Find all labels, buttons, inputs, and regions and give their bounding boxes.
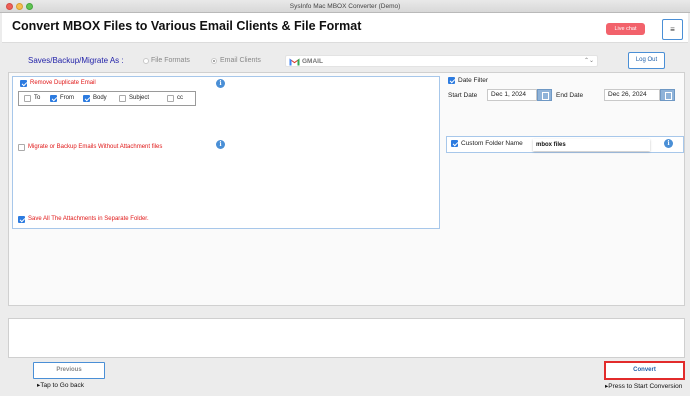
field-to-checkbox[interactable] xyxy=(24,95,31,102)
save-as-label: Saves/Backup/Migrate As : xyxy=(28,56,124,65)
convert-button[interactable]: Convert xyxy=(604,361,685,380)
minimize-window-button[interactable] xyxy=(16,3,23,10)
start-date-label: Start Date xyxy=(448,92,478,99)
hamburger-menu-icon: ≡ xyxy=(670,25,675,34)
gmail-icon xyxy=(289,58,300,66)
separate-attachments-checkbox[interactable] xyxy=(18,216,25,223)
live-chat-button[interactable]: Live chat xyxy=(606,23,645,35)
remove-duplicate-label: Remove Duplicate Email xyxy=(30,80,96,86)
end-date-calendar-icon[interactable] xyxy=(660,89,675,101)
date-filter-checkbox[interactable] xyxy=(448,77,455,84)
window-title: SysInfo Mac MBOX Converter (Demo) xyxy=(289,3,401,10)
start-date-input[interactable]: Dec 1, 2024 xyxy=(487,89,537,101)
previous-button[interactable]: Previous xyxy=(33,362,105,379)
info-icon[interactable]: i xyxy=(216,79,225,88)
file-formats-radio[interactable] xyxy=(143,58,149,64)
date-filter-label: Date Filter xyxy=(458,77,488,84)
info-icon[interactable]: i xyxy=(664,139,673,148)
zoom-window-button[interactable] xyxy=(26,3,33,10)
custom-folder-checkbox[interactable] xyxy=(451,140,458,147)
separate-attachments-label: Save All The Attachments in Separate Fol… xyxy=(28,216,149,222)
end-date-label: End Date xyxy=(556,92,584,99)
app-header: Convert MBOX Files to Various Email Clie… xyxy=(2,13,688,43)
custom-folder-input[interactable] xyxy=(533,139,650,151)
remove-duplicate-checkbox[interactable] xyxy=(20,80,27,87)
select-arrows-icon: ⌃⌄ xyxy=(583,58,594,64)
field-from-checkbox[interactable] xyxy=(50,95,57,102)
convert-hint: ▸Press to Start Conversion xyxy=(605,383,683,390)
menu-button[interactable]: ≡ xyxy=(662,19,683,40)
field-subject-checkbox[interactable] xyxy=(119,95,126,102)
app-title: Convert MBOX Files to Various Email Clie… xyxy=(12,19,362,33)
info-icon[interactable]: i xyxy=(216,140,225,149)
field-subject-label: Subject xyxy=(129,95,150,101)
file-formats-label: File Formats xyxy=(151,57,190,64)
previous-hint: ▸Tap to Go back xyxy=(37,382,84,389)
field-body-checkbox[interactable] xyxy=(83,95,90,102)
without-attachments-checkbox[interactable] xyxy=(18,144,25,151)
field-to-label: To xyxy=(34,95,41,101)
custom-folder-label: Custom Folder Name xyxy=(461,140,523,147)
without-attachments-label: Migrate or Backup Emails Without Attachm… xyxy=(28,144,163,150)
status-log-area xyxy=(8,318,685,358)
start-date-calendar-icon[interactable] xyxy=(537,89,552,101)
log-out-button[interactable]: Log Out xyxy=(628,52,665,69)
email-clients-label: Email Clients xyxy=(220,57,261,64)
end-date-input[interactable]: Dec 26, 2024 xyxy=(604,89,660,101)
selected-client-value: GMAIL xyxy=(302,58,323,65)
field-cc-checkbox[interactable] xyxy=(167,95,174,102)
email-client-select[interactable]: GMAIL ⌃⌄ xyxy=(285,55,598,67)
email-clients-radio[interactable] xyxy=(211,58,217,64)
field-from-label: From xyxy=(60,95,74,101)
close-window-button[interactable] xyxy=(6,3,13,10)
window-titlebar: SysInfo Mac MBOX Converter (Demo) xyxy=(0,0,690,13)
field-cc-label: cc xyxy=(177,95,183,101)
field-body-label: Body xyxy=(93,95,107,101)
